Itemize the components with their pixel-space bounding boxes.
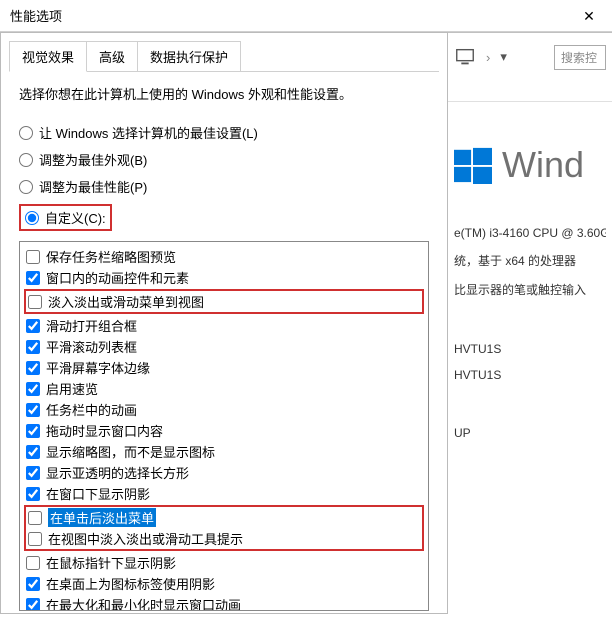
bg-workgroup: UP <box>454 426 606 440</box>
checkbox[interactable] <box>26 577 40 591</box>
windows-logo-text: Wind <box>502 144 584 186</box>
check-label: 窗口内的动画控件和元素 <box>46 268 189 287</box>
check-label: 保存任务栏缩略图预览 <box>46 247 176 266</box>
check-item[interactable]: 在最大化和最小化时显示窗口动画 <box>26 594 422 611</box>
computer-icon <box>454 46 476 68</box>
check-label: 平滑屏幕字体边缘 <box>46 358 150 377</box>
window-title: 性能选项 <box>10 6 62 25</box>
check-label: 滑动打开组合框 <box>46 316 137 335</box>
tab-visual-effects[interactable]: 视觉效果 <box>9 41 87 72</box>
check-item[interactable]: 淡入淡出或滑动菜单到视图 <box>28 291 420 312</box>
checkbox[interactable] <box>26 361 40 375</box>
check-label: 平滑滚动列表框 <box>46 337 137 356</box>
tab-dep[interactable]: 数据执行保护 <box>137 41 241 71</box>
check-label: 拖动时显示窗口内容 <box>46 421 163 440</box>
radio-custom-row: 自定义(C): <box>19 200 429 235</box>
check-item[interactable]: 平滑滚动列表框 <box>26 336 422 357</box>
tab-strip: 视觉效果 高级 数据执行保护 <box>9 41 439 72</box>
check-item[interactable]: 保存任务栏缩略图预览 <box>26 246 422 267</box>
red-highlight-box: 淡入淡出或滑动菜单到视图 <box>24 289 424 314</box>
checkbox[interactable] <box>26 598 40 612</box>
search-input[interactable]: 搜索控 <box>554 45 606 70</box>
radio-group: 让 Windows 选择计算机的最佳设置(L) 调整为最佳外观(B) 调整为最佳… <box>19 119 429 235</box>
check-item[interactable]: 窗口内的动画控件和元素 <box>26 267 422 288</box>
check-label: 在桌面上为图标标签使用阴影 <box>46 574 215 593</box>
tab-advanced[interactable]: 高级 <box>86 41 138 71</box>
windows-logo: Wind <box>454 144 606 186</box>
check-item[interactable]: 在鼠标指针下显示阴影 <box>26 552 422 573</box>
check-label: 在视图中淡入淡出或滑动工具提示 <box>48 529 243 548</box>
checkbox[interactable] <box>26 340 40 354</box>
check-label: 在单击后淡出菜单 <box>48 508 156 527</box>
checkbox[interactable] <box>26 403 40 417</box>
check-item[interactable]: 在桌面上为图标标签使用阴影 <box>26 573 422 594</box>
radio-best-performance[interactable]: 调整为最佳性能(P) <box>19 173 429 200</box>
red-highlight-box: 自定义(C): <box>19 204 112 231</box>
bg-pen-line: 比显示器的笔或触控输入 <box>454 281 606 298</box>
description-text: 选择你想在此计算机上使用的 Windows 外观和性能设置。 <box>19 84 429 103</box>
chevron-right-icon: › <box>486 50 490 65</box>
check-item[interactable]: 显示亚透明的选择长方形 <box>26 462 422 483</box>
check-label: 在最大化和最小化时显示窗口动画 <box>46 595 241 611</box>
check-label: 淡入淡出或滑动菜单到视图 <box>48 292 204 311</box>
radio-label: 让 Windows 选择计算机的最佳设置(L) <box>39 123 258 142</box>
titlebar: 性能选项 ✕ <box>0 0 612 32</box>
bg-arch-line: 统，基于 x64 的处理器 <box>454 252 606 269</box>
check-item[interactable]: 显示缩略图，而不是显示图标 <box>26 441 422 462</box>
bg-name1: HVTU1S <box>454 342 606 356</box>
radio-best-appearance[interactable]: 调整为最佳外观(B) <box>19 146 429 173</box>
check-item[interactable]: 滑动打开组合框 <box>26 315 422 336</box>
bg-toolbar: › ▾ 搜索控 <box>448 33 612 81</box>
bg-name2: HVTU1S <box>454 368 606 382</box>
check-item[interactable]: 任务栏中的动画 <box>26 399 422 420</box>
checkbox[interactable] <box>26 424 40 438</box>
check-label: 显示缩略图，而不是显示图标 <box>46 442 215 461</box>
checkbox[interactable] <box>26 250 40 264</box>
checkbox[interactable] <box>28 532 42 546</box>
checkbox[interactable] <box>26 271 40 285</box>
checkbox[interactable] <box>28 295 42 309</box>
radio-best-auto[interactable]: 让 Windows 选择计算机的最佳设置(L) <box>19 119 429 146</box>
check-label: 显示亚透明的选择长方形 <box>46 463 189 482</box>
checkbox[interactable] <box>26 319 40 333</box>
checkbox[interactable] <box>26 556 40 570</box>
performance-options-dialog: 视觉效果 高级 数据执行保护 选择你想在此计算机上使用的 Windows 外观和… <box>0 32 448 614</box>
close-icon: ✕ <box>583 8 595 25</box>
check-label: 启用速览 <box>46 379 98 398</box>
bg-content: Wind e(TM) i3-4160 CPU @ 3.60G 统，基于 x64 … <box>448 101 612 458</box>
radio-label: 调整为最佳外观(B) <box>39 150 147 169</box>
close-button[interactable]: ✕ <box>566 0 612 32</box>
windows-logo-icon <box>454 146 492 184</box>
check-label: 在窗口下显示阴影 <box>46 484 150 503</box>
check-item[interactable]: 在单击后淡出菜单 <box>28 507 420 528</box>
checkbox[interactable] <box>26 487 40 501</box>
red-highlight-box: 在单击后淡出菜单在视图中淡入淡出或滑动工具提示 <box>24 505 424 551</box>
checkbox[interactable] <box>28 511 42 525</box>
tab-content: 选择你想在此计算机上使用的 Windows 外观和性能设置。 让 Windows… <box>9 72 439 623</box>
background-system-window: › ▾ 搜索控 Wind e(TM) i3-4160 CPU @ 3.60G 统… <box>448 32 612 614</box>
checkbox[interactable] <box>26 382 40 396</box>
radio-input[interactable] <box>19 126 33 140</box>
checkbox[interactable] <box>26 445 40 459</box>
radio-input[interactable] <box>19 180 33 194</box>
check-label: 在鼠标指针下显示阴影 <box>46 553 176 572</box>
radio-input-custom[interactable] <box>25 211 39 225</box>
check-item[interactable]: 启用速览 <box>26 378 422 399</box>
check-item[interactable]: 平滑屏幕字体边缘 <box>26 357 422 378</box>
check-item[interactable]: 在窗口下显示阴影 <box>26 483 422 504</box>
radio-input[interactable] <box>19 153 33 167</box>
effects-checklist[interactable]: 保存任务栏缩略图预览窗口内的动画控件和元素淡入淡出或滑动菜单到视图滑动打开组合框… <box>19 241 429 611</box>
checkbox[interactable] <box>26 466 40 480</box>
bg-cpu-line: e(TM) i3-4160 CPU @ 3.60G <box>454 226 606 240</box>
check-item[interactable]: 拖动时显示窗口内容 <box>26 420 422 441</box>
dropdown-chevron-icon[interactable]: ▾ <box>500 49 507 65</box>
radio-label: 调整为最佳性能(P) <box>39 177 147 196</box>
radio-label: 自定义(C): <box>45 208 106 227</box>
check-label: 任务栏中的动画 <box>46 400 137 419</box>
check-item[interactable]: 在视图中淡入淡出或滑动工具提示 <box>28 528 420 549</box>
